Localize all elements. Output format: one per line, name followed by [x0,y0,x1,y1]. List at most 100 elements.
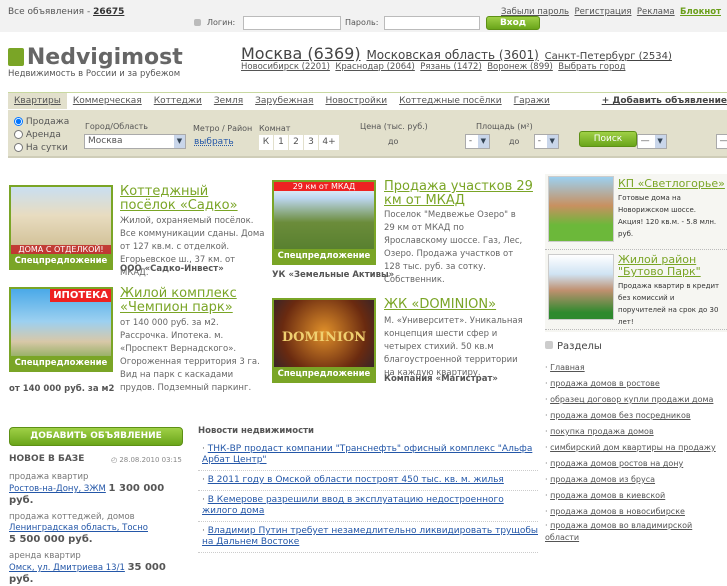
login-button[interactable]: Вход [486,16,540,30]
lock-icon [194,19,201,26]
register-link[interactable]: Регистрация [574,7,631,17]
news-link[interactable]: В Кемерове разрешили ввод в эксплуатацию… [202,495,504,516]
city-moscow-region[interactable]: Московская область (3601) [366,48,538,62]
tab-commercial[interactable]: Коммерческая [67,93,148,109]
promo-title-sadko[interactable]: Коттеджный посёлок «Садко» [120,185,260,213]
promo-image-dominion[interactable]: DOMINION Спецпредложение [272,298,376,383]
side-promo-title[interactable]: КП «Светлогорье» [618,177,725,190]
room-1[interactable]: 1 [274,135,288,150]
side-promo-image[interactable] [548,176,614,242]
section-link[interactable]: Главная [550,363,585,372]
section-link[interactable]: продажа домов в новосибирске [550,507,685,516]
news-heading: Новости недвижимости [198,426,538,436]
category-tabs: КвартирыКоммерческаяКоттеджиЗемляЗарубеж… [8,92,727,110]
room-studio[interactable]: К [259,135,273,150]
section-link[interactable]: продажа домов в ростове [550,379,660,388]
area-to-select[interactable]: —▼ [716,134,727,149]
radio-rent[interactable]: Аренда [14,129,69,142]
promo-desc: Поселок "Медвежье Озеро" в 29 км от МКАД… [384,209,529,287]
chevron-down-icon: ▼ [174,135,185,148]
promo-title-champion[interactable]: Жилой комплекс «Чемпион парк» [120,287,260,315]
area-from-select[interactable]: —▼ [637,134,667,149]
promo-image-plots[interactable]: 29 км от МКАД Спецпредложение [272,180,376,265]
login-input[interactable] [243,16,341,30]
rooms-selector: К1234+ [259,135,340,150]
room-4plus[interactable]: 4+ [319,135,339,150]
section-link[interactable]: продажа домов из бруса [550,475,655,484]
city-novosibirsk[interactable]: Новосибирск (2201) [241,62,330,72]
search-button[interactable]: Поиск [579,131,637,147]
tab-cottage-villages[interactable]: Коттеджные посёлки [393,93,508,109]
section-link[interactable]: покупка продажа домов [550,427,654,436]
price-to-select[interactable]: -▼ [534,134,559,149]
all-ads-counter: Все объявления - 26675 [8,7,124,17]
search-panel: Продажа Аренда На сутки Город/Область Мо… [8,110,727,158]
room-2[interactable]: 2 [289,135,303,150]
city-moscow[interactable]: Москва (6369) [241,44,361,63]
metro-select-link[interactable]: выбрать [194,137,234,147]
promo-company: ООО «Садко-Инвест» [120,264,224,274]
promo-title-plots[interactable]: Продажа участков 29 км от МКАД [384,180,534,208]
rooms-label: Комнат [259,124,290,133]
section-link[interactable]: продажа домов без посредников [550,411,690,420]
city-voronezh[interactable]: Воронеж (899) [487,62,553,72]
section-link[interactable]: симбирский дом квартиры на продажу [550,443,716,452]
tab-foreign[interactable]: Зарубежная [249,93,319,109]
listing-link[interactable]: Омск, ул. Дмитриева 13/1 [9,563,125,573]
area-label: Площадь (м²) [476,122,533,131]
tab-land[interactable]: Земля [208,93,249,109]
promo-company: Компания «Магистрат» [384,374,498,384]
city-spb[interactable]: Санкт-Петербург (2534) [545,51,672,62]
listing-link[interactable]: Ленинградская область, Тосно [9,523,148,533]
logo-text: Nedvigimost [27,45,183,70]
section-link[interactable]: продажа домов во владимирской области [545,521,692,542]
new-in-db-heading: НОВОЕ В БАЗЕ [9,454,84,464]
sections-heading: Разделы [545,341,602,352]
tab-new-buildings[interactable]: Новостройки [319,93,393,109]
tab-cottages[interactable]: Коттеджи [148,93,208,109]
city-ryazan[interactable]: Рязань (1472) [420,62,482,72]
city-links-secondary: Новосибирск (2201) Краснодар (2064) Ряза… [241,62,625,72]
news-link[interactable]: ТНК-BP продаст компании "Транснефть" офи… [202,444,532,465]
logo[interactable]: Nedvigimost [8,45,183,70]
ads-link[interactable]: Реклама [637,7,675,17]
news-link[interactable]: Владимир Путин требует незамедлительно л… [202,526,538,547]
tab-garages[interactable]: Гаражи [508,93,556,109]
promo-price: от 140 000 руб. за м2 [9,384,114,394]
side-promo-image[interactable] [548,254,614,320]
promo-image-sadko[interactable]: ДОМА С ОТДЕЛКОЙ! Спецпредложение [9,185,113,270]
price-label: Цена (тыс. руб.) [360,122,428,131]
section-link[interactable]: образец договор купли продажи дома [550,395,713,404]
radio-sale[interactable]: Продажа [14,116,69,129]
sections-list: · Главная · продажа домов в ростове · об… [545,360,725,544]
password-input[interactable] [384,16,480,30]
new-in-db-timestamp: ◴ 28.08.2010 03:15 [111,456,182,464]
city-links-main: Москва (6369) Московская область (3601) … [241,44,672,63]
section-link[interactable]: продажа домов ростов на дону [550,459,683,468]
logo-icon [8,48,24,66]
room-3[interactable]: 3 [304,135,318,150]
tab-apartments[interactable]: Квартиры [8,93,67,109]
news-block: Новости недвижимости · ТНК-BP продаст ко… [198,426,538,553]
add-ad-button[interactable]: ДОБАВИТЬ ОБЪЯВЛЕНИЕ [9,427,183,446]
listing-link[interactable]: Ростов-на-Дону, ЗЖМ [9,484,106,494]
section-link[interactable]: продажа домов в киевской [550,491,665,500]
promo-image-champion[interactable]: ИПОТЕКА Спецпредложение [9,287,113,372]
news-link[interactable]: В 2011 году в Омской области построят 45… [208,475,504,485]
notepad-link[interactable]: Блокнот [680,7,721,17]
price-from-select[interactable]: -▼ [465,134,490,149]
city-krasnodar[interactable]: Краснодар (2064) [335,62,415,72]
promo-company: УК «Земельные Активы» [272,270,394,280]
radio-daily[interactable]: На сутки [14,142,69,155]
add-ad-link[interactable]: + Добавить объявление [602,96,727,106]
side-promos: КП «Светлогорье» Готовые дома на Новориж… [545,174,727,332]
all-ads-count-link[interactable]: 26675 [93,7,124,17]
collapse-icon[interactable] [545,341,553,349]
deal-type-radios: Продажа Аренда На сутки [14,116,69,155]
password-label: Пароль: [345,18,378,27]
city-select[interactable]: Москва▼ [84,134,186,149]
promo-desc: от 140 000 руб. за м2. Рассрочка. Ипотек… [120,317,265,395]
side-promo-title[interactable]: Жилой район "Бутово Парк" [618,254,723,278]
promo-title-dominion[interactable]: ЖК «DOMINION» [384,298,534,312]
choose-city-link[interactable]: Выбрать город [558,62,625,72]
